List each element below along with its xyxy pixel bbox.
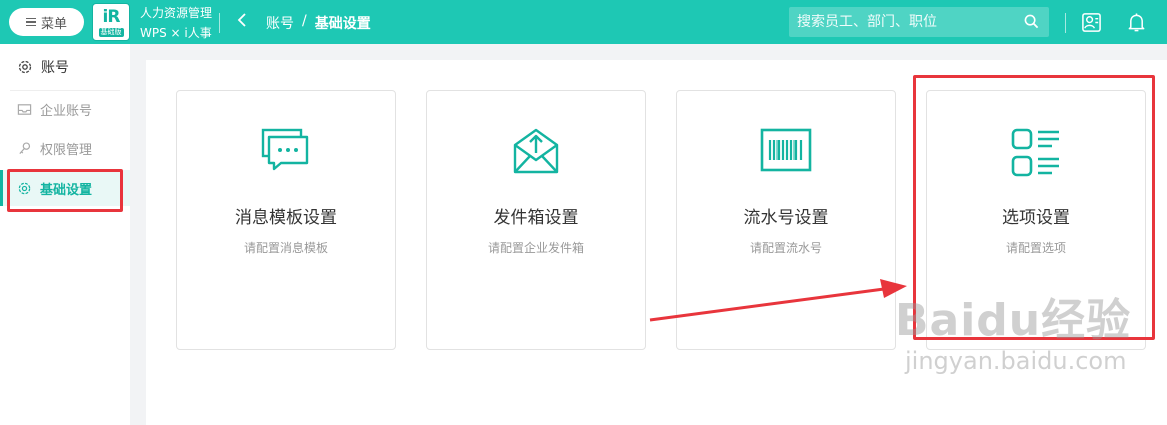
card-option-settings[interactable]: 选项设置 请配置选项: [926, 90, 1146, 350]
sidebar-section-label: 账号: [41, 60, 69, 76]
breadcrumb: 账号 / 基础设置: [266, 13, 371, 33]
card-title: 发件箱设置: [493, 208, 579, 228]
sidebar-section-account[interactable]: 账号: [0, 52, 130, 82]
card-description: 请配置企业发件箱: [487, 241, 584, 255]
card-description: 请配置流水号: [749, 241, 822, 255]
key-icon: [19, 141, 31, 154]
menu-icon: [25, 17, 36, 27]
sidebar: 账号 企业账号 权限管理 基础设置: [0, 44, 130, 425]
option-list-icon: [1011, 128, 1059, 177]
sidebar-item-label: 权限管理: [40, 142, 93, 158]
card-description: 请配置选项: [1005, 241, 1066, 255]
card-outbox[interactable]: 发件箱设置 请配置企业发件箱: [426, 90, 646, 350]
card-title: 消息模板设置: [235, 208, 337, 228]
mail-send-icon: [513, 128, 559, 174]
card-serial-number[interactable]: 流水号设置 请配置流水号: [676, 90, 896, 350]
logo-mark: iR: [102, 6, 121, 27]
inbox-icon: [17, 103, 32, 115]
org-chart-icon[interactable]: [1081, 12, 1102, 33]
breadcrumb-separator: /: [302, 13, 307, 29]
sidebar-item-basic-settings[interactable]: 基础设置: [0, 170, 130, 206]
header-divider: [1065, 13, 1066, 33]
breadcrumb-item-current: 基础设置: [314, 16, 371, 32]
logo-edition: 基础版: [98, 27, 124, 37]
gear-icon: [18, 182, 31, 194]
product-name-line1: 人力资源管理: [140, 6, 213, 20]
search-input[interactable]: [797, 14, 1022, 30]
card-title: 选项设置: [1002, 208, 1070, 228]
gear-icon: [18, 60, 32, 74]
breadcrumb-item-account[interactable]: 账号: [266, 13, 294, 33]
barcode-icon: [760, 128, 812, 172]
product-name-line2: WPS × i人事: [140, 26, 212, 40]
main-content: 消息模板设置 请配置消息模板 发件箱设置 请配置企业发件箱 流水号设置 请配置流…: [146, 60, 1167, 425]
header-divider: [219, 13, 220, 33]
sidebar-item-permissions[interactable]: 权限管理: [0, 130, 130, 166]
back-button[interactable]: [236, 10, 248, 34]
chevron-left-icon: [237, 13, 246, 27]
product-logo[interactable]: iR 基础版: [92, 3, 130, 41]
card-title: 流水号设置: [743, 208, 829, 228]
sidebar-item-label: 基础设置: [40, 182, 93, 198]
top-bar: 菜单 iR 基础版 人力资源管理 WPS × i人事 账号 / 基础设置: [0, 0, 1167, 44]
menu-button-label: 菜单: [40, 16, 67, 32]
global-search[interactable]: [789, 7, 1049, 37]
card-description: 请配置消息模板: [243, 241, 328, 255]
message-icon: [261, 128, 309, 171]
sidebar-item-enterprise-account[interactable]: 企业账号: [0, 91, 130, 127]
sidebar-item-label: 企业账号: [40, 103, 93, 119]
product-name: 人力资源管理 WPS × i人事: [140, 5, 212, 42]
card-message-template[interactable]: 消息模板设置 请配置消息模板: [176, 90, 396, 350]
bell-icon[interactable]: [1127, 12, 1146, 33]
search-icon[interactable]: [1024, 14, 1039, 29]
menu-button[interactable]: 菜单: [9, 8, 84, 36]
